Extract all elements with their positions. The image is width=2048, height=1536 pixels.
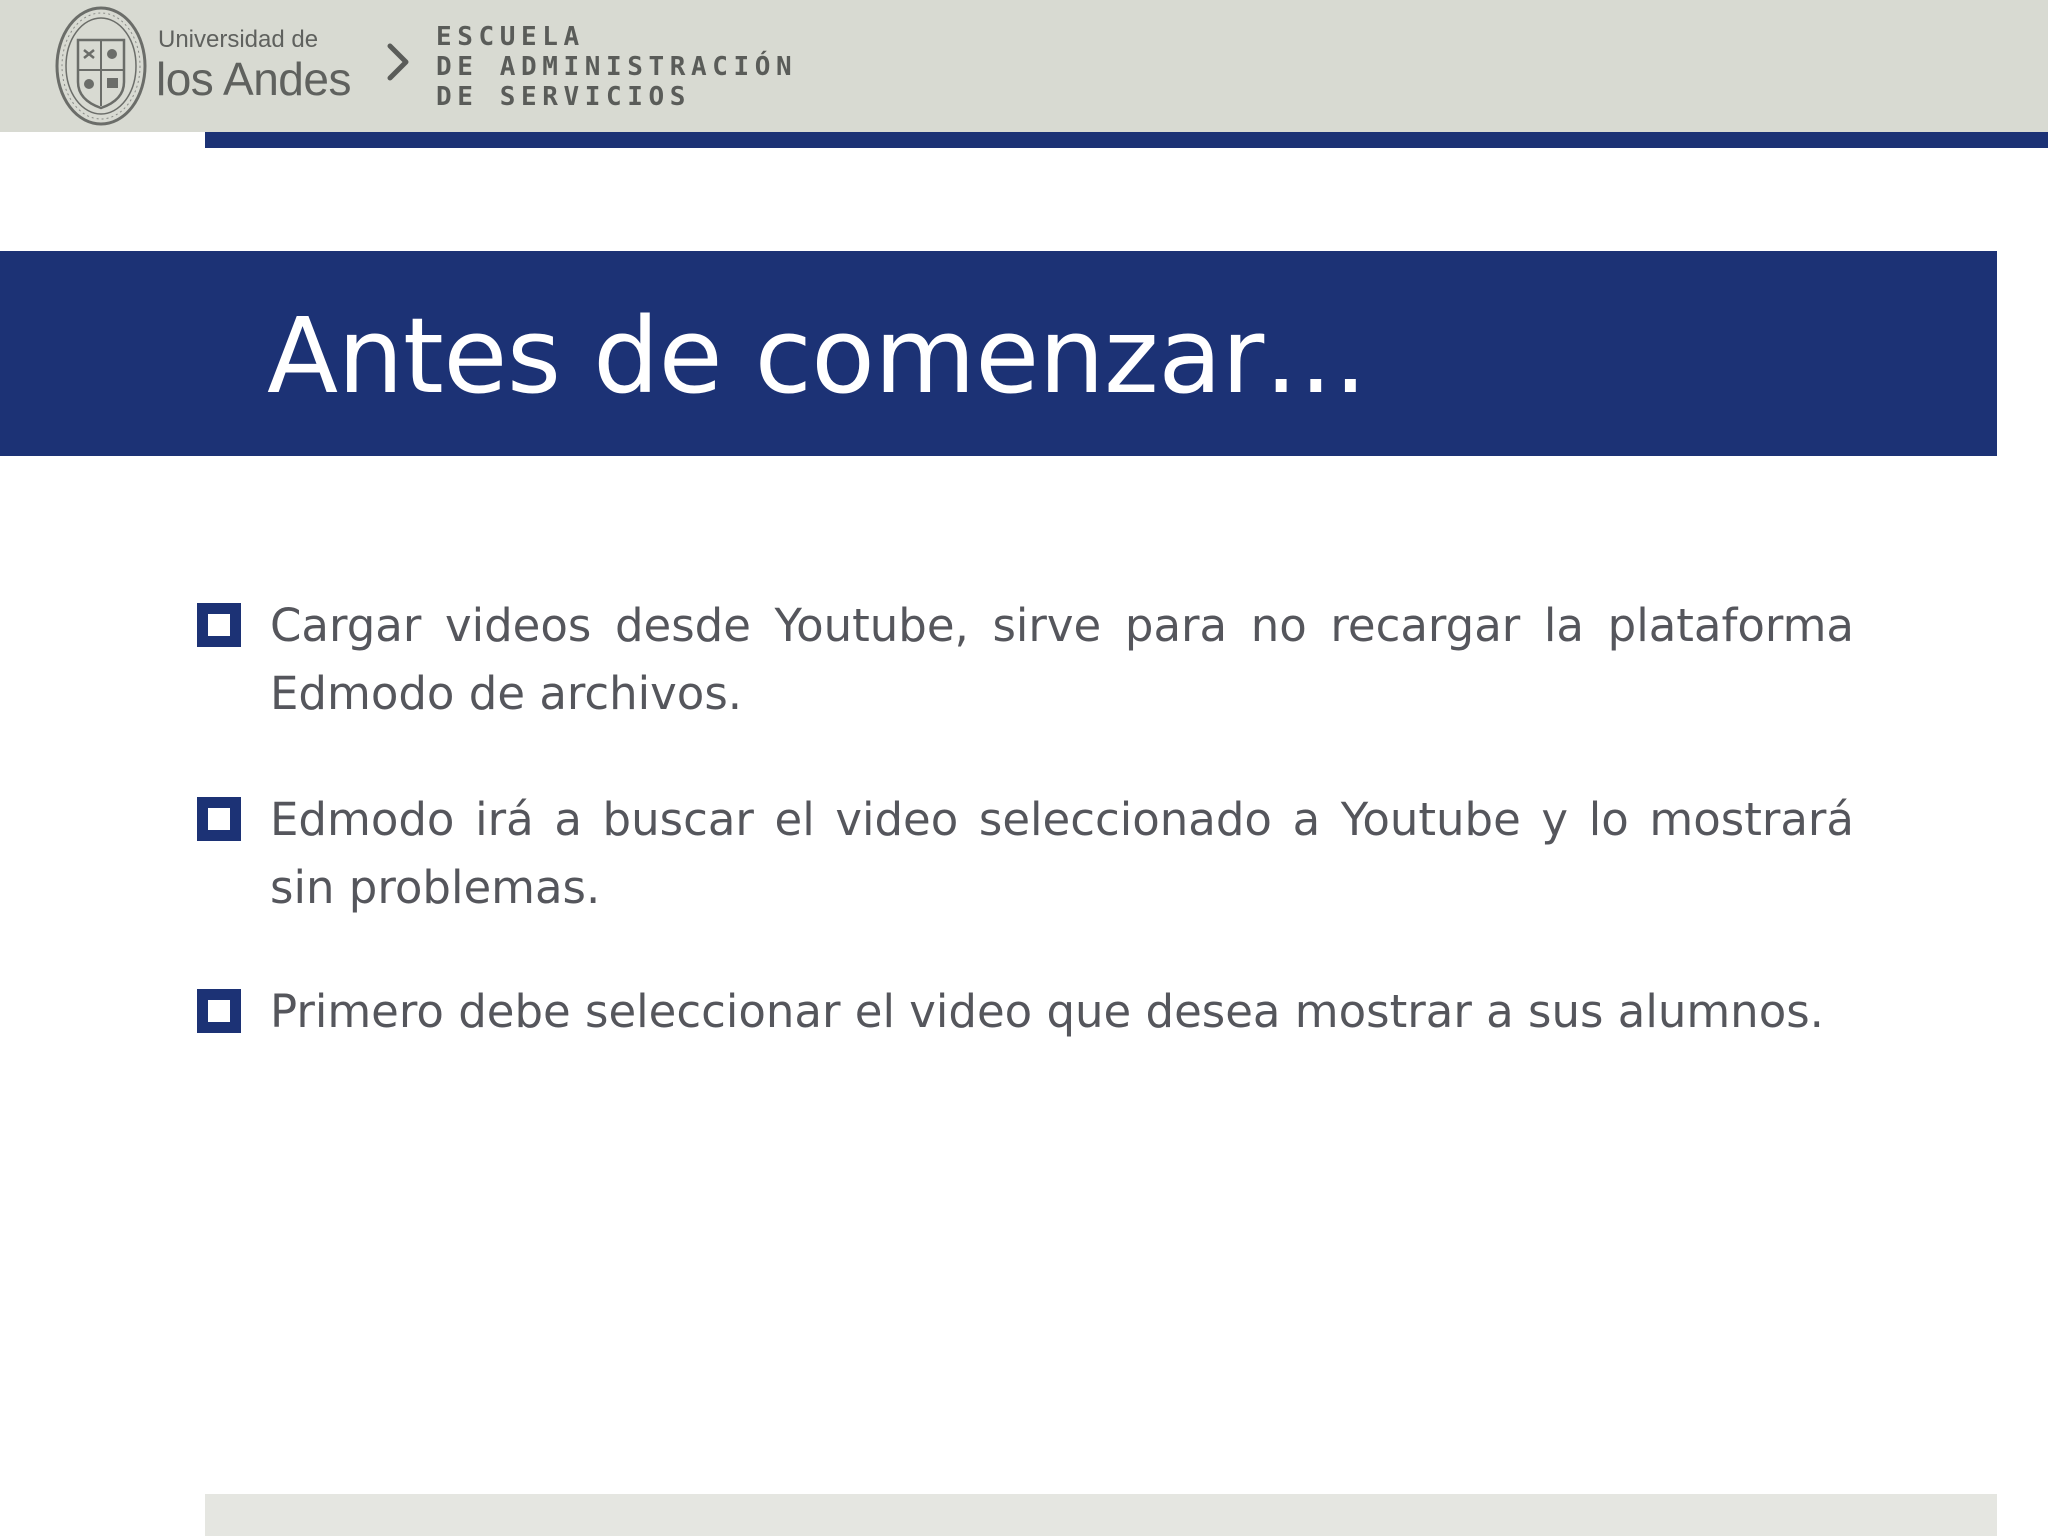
- school-name-line-2: DE ADMINISTRACIÓN: [436, 52, 798, 82]
- chevron-right-icon: [387, 43, 409, 81]
- square-bullet-icon: [197, 603, 241, 647]
- footer-band: [205, 1494, 1997, 1536]
- bullet-text: Edmodo irá a buscar el video seleccionad…: [270, 793, 1854, 914]
- header-rule: [205, 132, 2048, 148]
- university-seal-icon: [55, 6, 147, 126]
- bullet-text: Primero debe seleccionar el video que de…: [270, 985, 1824, 1038]
- university-name-small: Universidad de: [158, 26, 319, 53]
- school-name-line-1: ESCUELA: [436, 22, 585, 52]
- square-bullet-icon: [197, 989, 241, 1033]
- slide-title: Antes de comenzar…: [267, 295, 1368, 417]
- square-bullet-icon: [197, 797, 241, 841]
- university-name: los Andes: [156, 53, 351, 105]
- school-name-line-3: DE SERVICIOS: [436, 82, 692, 112]
- bullet-text: Cargar videos desde Youtube, sirve para …: [270, 599, 1854, 720]
